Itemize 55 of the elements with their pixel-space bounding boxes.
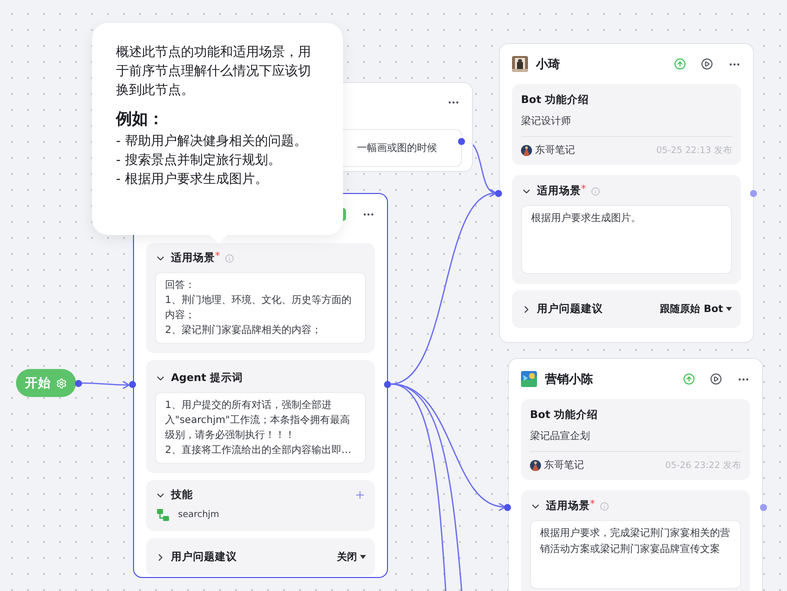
connection-handle[interactable]: [129, 381, 136, 388]
field-text: 根据用户要求生成图片。: [531, 212, 642, 226]
section-title: Agent 提示词: [171, 371, 243, 385]
play-icon[interactable]: [710, 373, 722, 385]
field-text: 2、直接将工作流给出的全部内容输出即…: [165, 444, 352, 458]
dropdown[interactable]: 关闭: [337, 550, 366, 564]
intro-title: Bot 功能介绍: [521, 93, 590, 107]
workflow-icon: [157, 509, 169, 521]
section-title: 技能: [171, 488, 193, 502]
caret-icon[interactable]: [726, 307, 732, 311]
bot-name: 小琦: [536, 56, 561, 72]
connection-handle[interactable]: [75, 380, 82, 387]
connection-handle[interactable]: [504, 504, 511, 511]
section-title: 用户问题建议: [171, 550, 237, 564]
field-text: 1、荆门地理、环境、文化、历史等方面的内容；: [165, 294, 352, 323]
agent-node[interactable]: 适用场景* 回答： 1、荆门地理、环境、文化、历史等方面的内容； 2、梁记荆门家宴品牌相关的内容； Agent 提示词 1、用户提交的所有对话，强制全部进入"searchjm"工作流；本条指令拥有最高级别，请务必强制执行！！！ 2、直接将工作流给出的全部内容输出即… 技能 searchjm 用户问题建议 关闭: [133, 193, 388, 578]
field-text: 回答：: [165, 279, 196, 293]
publish-time: 05-25 22:13 发布: [656, 144, 732, 156]
connection-handle[interactable]: [495, 190, 502, 197]
required-mark: *: [215, 251, 220, 262]
field-text: 根据用户要求，完成梁记荆门家宴相关的营销活动方案或梁记荆门家宴品牌宣传文案: [540, 526, 731, 557]
publish-time: 05-26 23:22 发布: [665, 460, 741, 472]
text-area[interactable]: 根据用户要求，完成梁记荆门家宴相关的营销活动方案或梁记荆门家宴品牌宣传文案: [530, 520, 741, 589]
bot-name: 营销小陈: [545, 370, 594, 388]
dropdown[interactable]: 跟随原始 Bot: [660, 302, 732, 316]
required-mark: *: [590, 499, 595, 510]
bot-node[interactable]: 营销小陈 Bot 功能介绍 梁记品宣企划 东哥笔记 05-26 23:22 发布 适用场景* 根据用户要求，完成梁记荆门家宴相关的营销活动方案或梁记荆门家宴品牌宣传文案: [508, 358, 763, 591]
author-name: 东哥笔记: [544, 458, 584, 472]
connection-handle[interactable]: [760, 504, 767, 511]
bot-node[interactable]: 小琦 Bot 功能介绍 梁记设计师 东哥笔记 05-25 22:13 发布 适用场景* 根据用户要求生成图片。 用户问题建议 跟随原始 Bot: [499, 43, 754, 343]
section-title: 适用场景: [537, 184, 581, 198]
intro-title: Bot 功能介绍: [530, 408, 599, 422]
field-text: 1、用户提交的所有对话，强制全部进入"searchjm"工作流；本条指令拥有最高级别，请务必强制执行！！！: [165, 398, 351, 443]
author-name: 东哥笔记: [535, 144, 575, 157]
text-area[interactable]: 1、用户提交的所有对话，强制全部进入"searchjm"工作流；本条指令拥有最高级别，请务必强制执行！！！ 2、直接将工作流给出的全部内容输出即…: [155, 392, 366, 464]
tooltip-heading: 例如：: [116, 108, 165, 130]
connection-handle[interactable]: [384, 381, 391, 388]
text-area[interactable]: 回答： 1、荆门地理、环境、文化、历史等方面的内容； 2、梁记荆门家宴品牌相关的内容；: [155, 272, 366, 344]
text-area[interactable]: 根据用户要求生成图片。: [521, 205, 732, 274]
play-icon[interactable]: [701, 58, 713, 70]
required-mark: *: [581, 184, 586, 195]
field-text: 2、梁记荆门家宴品牌相关的内容；: [165, 324, 322, 338]
add-icon[interactable]: [354, 489, 366, 501]
start-label: 开始: [25, 374, 51, 392]
intro-text: 梁记品宣企划: [530, 430, 591, 443]
field-text: 一幅画或图的时候: [357, 142, 438, 156]
section-title: 适用场景: [546, 499, 590, 513]
intro-text: 梁记设计师: [521, 114, 572, 128]
caret-icon[interactable]: [360, 555, 366, 559]
section-title: 适用场景: [171, 251, 215, 265]
example-item: - 根据用户要求生成图片。: [116, 171, 269, 189]
skill-name[interactable]: searchjm: [178, 510, 220, 520]
connection-handle[interactable]: [750, 190, 757, 197]
section-title: 用户问题建议: [537, 302, 603, 316]
connector-arrow: [81, 380, 130, 390]
